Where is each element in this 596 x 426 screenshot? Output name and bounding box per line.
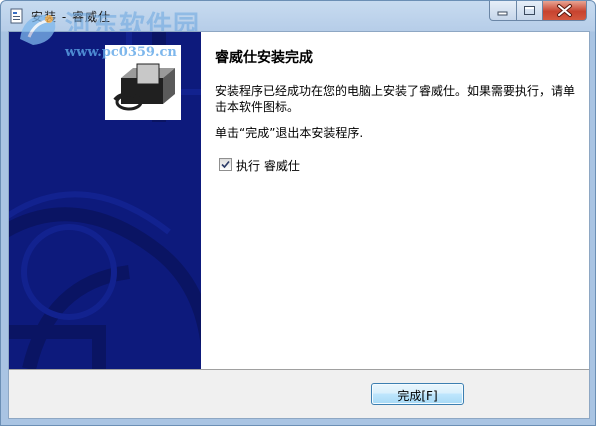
wizard-content-panel: 睿威仕安装完成 安装程序已经成功在您的电脑上安装了睿威仕。如果需要执行，请单击本… xyxy=(201,32,589,369)
watermark-url: www.pc0359.cn xyxy=(65,45,177,60)
completion-message: 安装程序已经成功在您的电脑上安装了睿威仕。如果需要执行，请单击本软件图标。 xyxy=(215,84,576,114)
minimize-icon xyxy=(497,11,508,16)
close-button[interactable] xyxy=(542,1,587,21)
maximize-button[interactable] xyxy=(516,1,543,21)
installer-client-area: 睿威仕安装完成 安装程序已经成功在您的电脑上安装了睿威仕。如果需要执行，请单击本… xyxy=(8,31,590,419)
wizard-sidebar-banner xyxy=(9,32,201,369)
checkmark-icon xyxy=(221,160,230,169)
finish-button[interactable]: 完成[F] xyxy=(371,383,464,405)
sidebar-decoration xyxy=(9,32,201,369)
close-icon xyxy=(557,4,572,17)
finish-instruction: 单击“完成”退出本安装程序. xyxy=(215,126,364,140)
maximize-icon xyxy=(524,6,535,15)
title-bar[interactable]: 安装 - 睿威仕 河东软件园 xyxy=(1,1,595,41)
run-app-checkbox[interactable] xyxy=(219,158,232,171)
run-app-checkbox-label[interactable]: 执行 睿威仕 xyxy=(236,157,300,174)
watermark-logo-icon xyxy=(20,15,56,45)
installer-window: 安装 - 睿威仕 河东软件园 睿威仕安装完成 安装程序已经成功在您的电脑上安装了… xyxy=(0,0,596,426)
page-title: 睿威仕安装完成 xyxy=(215,50,313,66)
footer-divider xyxy=(9,369,589,370)
minimize-button[interactable] xyxy=(489,1,517,21)
